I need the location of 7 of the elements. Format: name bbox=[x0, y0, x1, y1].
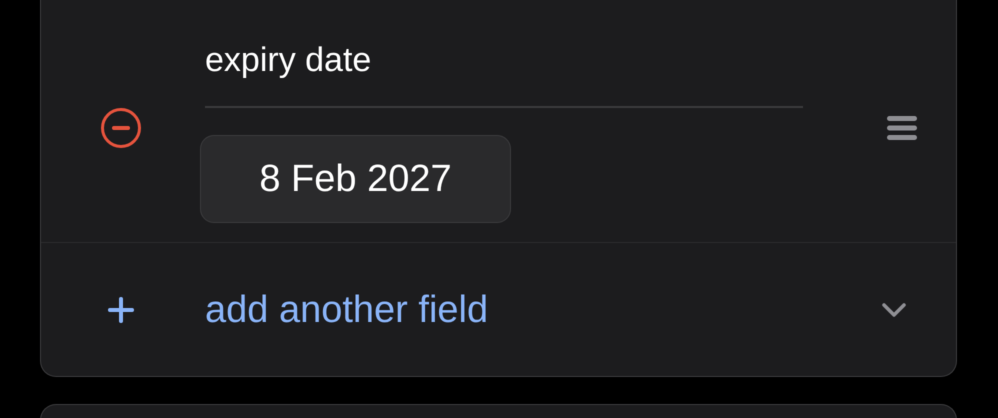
field-label[interactable]: expiry date bbox=[205, 38, 803, 82]
plus-icon[interactable] bbox=[108, 296, 134, 322]
date-button[interactable]: 8 Feb 2027 bbox=[200, 135, 511, 223]
remove-icon[interactable] bbox=[100, 107, 142, 149]
add-field-link[interactable]: add another field bbox=[205, 286, 488, 334]
chevron-down-icon[interactable] bbox=[882, 302, 906, 316]
drag-handle-icon[interactable] bbox=[887, 116, 917, 140]
